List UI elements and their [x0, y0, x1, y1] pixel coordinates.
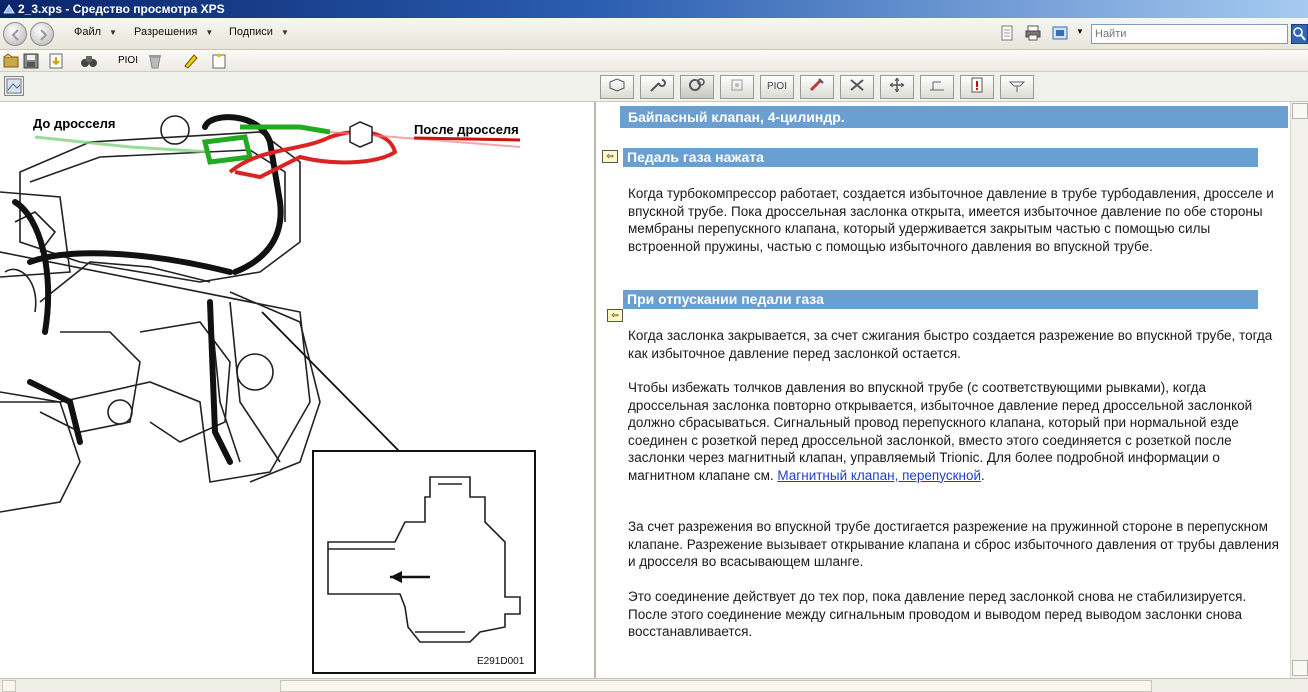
title-bar: 2_3.xps - Средство просмотра XPS — [0, 0, 1308, 18]
tab-parts[interactable] — [720, 75, 754, 99]
section2-paragraph-2-end: . — [981, 467, 985, 483]
window-title: 2_3.xps - Средство просмотра XPS — [18, 2, 225, 16]
menu-permissions-label: Разрешения — [134, 26, 198, 38]
tab-piol[interactable]: PIOI — [760, 75, 794, 99]
menu-file[interactable]: Файл ▼ — [74, 26, 117, 38]
tab-hoist[interactable] — [1000, 75, 1034, 99]
scroll-left-button[interactable] — [2, 680, 16, 692]
dropdown-arrow-icon: ▼ — [280, 28, 289, 37]
section-heading-accelerator-released: При отпускании педали газа — [623, 290, 1258, 309]
back-button[interactable] — [3, 22, 27, 46]
section2-paragraph-2: Чтобы избежать толчков давления во впуск… — [628, 379, 1283, 484]
image-view-icon[interactable] — [4, 76, 24, 96]
document-outline-icon[interactable] — [998, 25, 1016, 41]
menu-signatures-label: Подписи — [229, 26, 273, 38]
section2-paragraph-1: Когда заслонка закрывается, за счет сжиг… — [628, 328, 1273, 361]
figure-code: E291D001 — [477, 656, 525, 667]
image-thumbnail-icon — [6, 78, 22, 94]
menu-bar: Файл ▼ Разрешения ▼ Подписи ▼ ▼ — [0, 18, 1308, 50]
part-icon — [731, 79, 743, 91]
save-icon[interactable] — [22, 52, 40, 70]
adjust-icon — [930, 81, 944, 91]
menu-file-label: Файл — [74, 26, 102, 38]
section-tab-strip: PIOI — [0, 72, 1308, 102]
tab-warning[interactable] — [960, 75, 994, 99]
label-before-throttle: До дросселя — [33, 116, 116, 131]
menu-permissions[interactable]: Разрешения ▼ — [134, 26, 213, 38]
label-after-throttle: После дросселя — [414, 122, 519, 137]
hoist-icon — [1008, 81, 1026, 92]
dropdown-arrow-icon: ▼ — [205, 28, 214, 37]
bin-icon[interactable] — [146, 52, 164, 70]
binoculars-icon[interactable] — [80, 52, 98, 70]
menu-signatures[interactable]: Подписи ▼ — [229, 26, 289, 38]
view-mode-icon[interactable] — [1051, 25, 1069, 41]
section1-paragraph: Когда турбокомпрессор работает, создаетс… — [628, 186, 1274, 254]
section-heading-accelerator-pressed: Педаль газа нажата — [623, 148, 1258, 167]
section2-paragraph-4: Это соединение действует до тех пор, пок… — [628, 589, 1247, 639]
illustration-pane: До дросселя После дросселя E291D001 — [0, 102, 596, 678]
wrench-icon — [650, 79, 666, 92]
injector-icon — [809, 78, 824, 92]
tab-injector[interactable] — [800, 75, 834, 99]
move-arrows-icon — [889, 77, 905, 93]
tab-components[interactable] — [680, 75, 714, 99]
section2-paragraph-3: За счет разрежения во впускной трубе дос… — [628, 519, 1279, 569]
warning-icon — [971, 77, 983, 93]
horizontal-scroll-thumb[interactable] — [280, 680, 1152, 692]
document-toolbar: PIOI — [0, 50, 1308, 72]
highlighter-icon[interactable] — [182, 52, 200, 70]
search-icon — [1293, 27, 1306, 41]
section-link-icon[interactable]: ⇦ — [602, 150, 618, 163]
engine-icon — [609, 78, 625, 92]
repair-icon — [850, 79, 864, 91]
tab-tools[interactable] — [640, 75, 674, 99]
new-note-icon[interactable] — [210, 52, 228, 70]
piol-button[interactable]: PIOI — [113, 52, 143, 70]
view-mode-dropdown-icon[interactable]: ▼ — [1076, 27, 1084, 36]
horizontal-scrollbar[interactable] — [0, 678, 1308, 692]
search-input[interactable] — [1091, 24, 1288, 44]
search-button[interactable] — [1291, 24, 1308, 44]
scroll-down-button[interactable] — [1292, 660, 1308, 676]
section-link-icon[interactable]: ⇦ — [607, 309, 623, 322]
scroll-up-button[interactable] — [1292, 103, 1308, 119]
open-icon[interactable] — [2, 52, 20, 70]
tab-move[interactable] — [880, 75, 914, 99]
engine-diagram — [0, 114, 536, 674]
vertical-scrollbar[interactable] — [1290, 102, 1308, 678]
tab-repair[interactable] — [840, 75, 874, 99]
xps-app-icon — [3, 4, 15, 14]
magnetic-valve-link[interactable]: Магнитный клапан, перепускной — [777, 468, 981, 483]
back-arrow-icon — [11, 29, 19, 41]
print-icon[interactable] — [1024, 25, 1042, 41]
gears-icon — [689, 78, 705, 91]
document-title: Байпасный клапан, 4-цилиндр. — [620, 106, 1288, 128]
download-icon[interactable] — [48, 52, 66, 70]
dropdown-arrow-icon: ▼ — [109, 28, 117, 37]
forward-button[interactable] — [30, 22, 54, 46]
tab-engine[interactable] — [600, 75, 634, 99]
text-pane: Байпасный клапан, 4-цилиндр. ⇦ Педаль га… — [598, 102, 1290, 678]
forward-arrow-icon — [40, 29, 48, 41]
tab-adjust[interactable] — [920, 75, 954, 99]
